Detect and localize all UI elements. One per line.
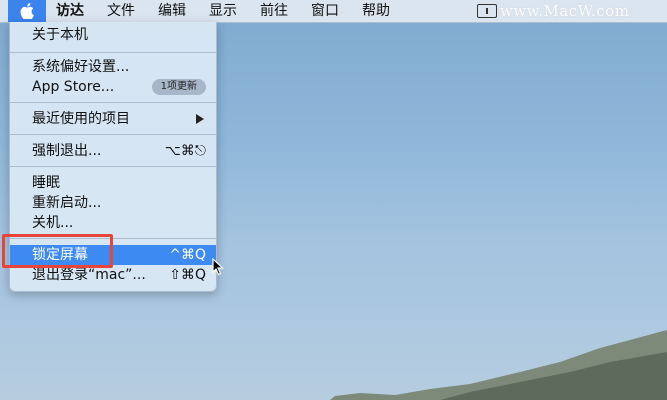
menu-item-restart[interactable]: 重新启动... [10, 193, 216, 213]
menu-item-label: 退出登录“mac”... [32, 267, 146, 283]
menu-item-label: App Store... [32, 79, 115, 95]
menu-item-label: 关于本机 [32, 27, 88, 43]
apple-logo-icon [20, 3, 34, 19]
annotation-highlight-box [2, 234, 113, 268]
menu-item-recent-items[interactable]: 最近使用的项目 [10, 109, 216, 129]
menu-item-label: 最近使用的项目 [32, 111, 130, 127]
menu-separator [10, 52, 216, 53]
menu-help[interactable]: 帮助 [362, 0, 390, 22]
menu-view[interactable]: 显示 [209, 0, 237, 22]
menu-item-sleep[interactable]: 睡眠 [10, 173, 216, 193]
menu-item-app-store[interactable]: App Store... 1项更新 [10, 77, 216, 97]
menu-item-label: 强制退出... [32, 143, 102, 159]
status-menu-icon[interactable] [477, 4, 497, 18]
menu-item-force-quit[interactable]: 强制退出... ⌥⌘⎋ [10, 141, 216, 161]
mouse-pointer-icon [212, 258, 224, 276]
update-badge: 1项更新 [151, 79, 206, 95]
menu-item-label: 系统偏好设置... [32, 59, 130, 75]
menu-finder[interactable]: 访达 [56, 0, 84, 22]
menu-separator [10, 166, 216, 167]
menu-item-system-preferences[interactable]: 系统偏好设置... [10, 57, 216, 77]
menu-item-label: 重新启动... [32, 195, 102, 211]
menu-item-label: 睡眠 [32, 175, 60, 191]
submenu-arrow-icon [196, 114, 204, 124]
menu-item-about[interactable]: 关于本机 [10, 25, 216, 45]
menu-file[interactable]: 文件 [107, 0, 135, 22]
menu-edit[interactable]: 编辑 [158, 0, 186, 22]
menu-window[interactable]: 窗口 [311, 0, 339, 22]
apple-menu-button[interactable] [8, 0, 46, 22]
menu-item-shutdown[interactable]: 关机... [10, 213, 216, 233]
menu-item-shortcut: ⇧⌘Q [169, 267, 206, 283]
menu-go[interactable]: 前往 [260, 0, 288, 22]
menu-separator [10, 134, 216, 135]
menu-separator [10, 102, 216, 103]
watermark-text: www.MacW.com [500, 2, 630, 20]
menu-item-shortcut: ^⌘Q [169, 247, 206, 263]
menu-item-log-out[interactable]: 退出登录“mac”... ⇧⌘Q [10, 265, 216, 285]
menu-item-shortcut: ⌥⌘⎋ [164, 143, 206, 159]
menu-bar: 访达 文件 编辑 显示 前往 窗口 帮助 www.MacW.com [0, 0, 667, 23]
menu-item-label: 关机... [32, 215, 74, 231]
